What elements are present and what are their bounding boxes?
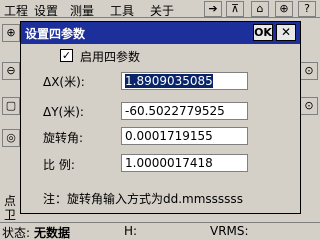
side-target-icon[interactable]: ◎	[2, 129, 20, 147]
dialog-titlebar: 设置四参数 OK ✕	[21, 22, 300, 44]
delta-y-value: -60.5022779525	[125, 104, 225, 118]
status-label: 状态:	[2, 226, 31, 240]
rotation-label: 旋转角:	[43, 131, 84, 145]
menu-bar: 工程 设置 测量 工具 关于 ➔ ⊼ ⌂ ⊕ ?	[0, 0, 320, 18]
vrms-label: VRMS:	[210, 224, 249, 238]
menu-tools[interactable]: 工具	[110, 2, 134, 19]
side-right-a-icon[interactable]: ⊙	[300, 62, 318, 80]
close-icon[interactable]: ✕	[276, 24, 296, 41]
arrow-right-icon[interactable]: ➔	[204, 1, 222, 17]
side-square-icon[interactable]: ▢	[2, 97, 20, 115]
menu-project[interactable]: 工程	[4, 2, 28, 19]
enable-four-param-checkbox[interactable]: ✓	[60, 49, 73, 62]
enable-four-param-label[interactable]: 启用四参数	[80, 48, 140, 65]
rotation-input[interactable]: 0.0001719155	[121, 127, 248, 145]
scale-value: 1.0000017418	[125, 156, 213, 170]
menu-settings[interactable]: 设置	[34, 2, 58, 19]
four-param-dialog: 设置四参数 OK ✕ ✓ 启用四参数 ΔX(米): 1.8909035085 Δ…	[20, 21, 301, 214]
rotation-value: 0.0001719155	[125, 129, 213, 143]
gps-icon[interactable]: ⊕	[275, 1, 293, 17]
dialog-title: 设置四参数	[25, 27, 86, 41]
delta-x-input[interactable]: 1.8909035085	[121, 72, 248, 90]
h-label: H:	[124, 224, 138, 238]
side-minus-icon[interactable]: ⊖	[2, 62, 20, 80]
tripod-icon[interactable]: ⊼	[226, 1, 244, 17]
side-plus-icon[interactable]: ⊕	[2, 24, 20, 42]
bg-text-sat: 卫	[4, 208, 17, 222]
delta-y-label: ΔY(米):	[43, 105, 84, 119]
rotation-format-note: 注：旋转角输入方式为dd.mmssssss	[43, 192, 243, 206]
scale-input[interactable]: 1.0000017418	[121, 154, 248, 172]
ok-button[interactable]: OK	[253, 24, 273, 41]
delta-y-input[interactable]: -60.5022779525	[121, 102, 248, 120]
menu-about[interactable]: 关于	[150, 2, 174, 19]
delta-x-value: 1.8909035085	[125, 74, 213, 88]
side-right-b-icon[interactable]: ⊙	[300, 97, 318, 115]
help-icon[interactable]: ?	[298, 1, 316, 17]
status-value: 无数据	[34, 226, 71, 240]
scale-label: 比 例:	[43, 158, 75, 172]
status-bar: 状态: 无数据 H: VRMS:	[0, 222, 320, 240]
house-icon[interactable]: ⌂	[251, 1, 269, 17]
delta-x-label: ΔX(米):	[43, 75, 85, 89]
menu-measure[interactable]: 测量	[70, 2, 94, 19]
